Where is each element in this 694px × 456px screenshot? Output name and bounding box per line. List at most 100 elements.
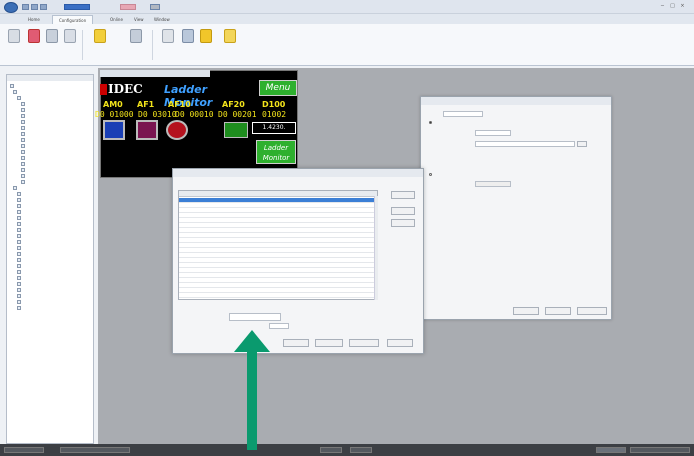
zoom-button[interactable]	[180, 28, 196, 58]
move-button[interactable]	[391, 219, 415, 227]
table-row[interactable]	[179, 268, 377, 273]
cancel-button[interactable]	[315, 339, 343, 347]
property-button[interactable]	[349, 339, 379, 347]
radio-selected[interactable]	[429, 121, 432, 124]
blue-lamp[interactable]	[103, 120, 125, 140]
folder-icon	[17, 96, 21, 100]
ribbon-separator	[152, 30, 153, 60]
file-name-field[interactable]	[475, 141, 575, 147]
table-row[interactable]	[179, 258, 377, 263]
table-row[interactable]	[179, 238, 377, 243]
table-row[interactable]	[179, 218, 377, 223]
pointer-arrow-shaft	[247, 350, 257, 450]
tab-online[interactable]: Online	[104, 15, 129, 24]
settings-button[interactable]	[198, 28, 214, 58]
purple-lamp[interactable]	[136, 120, 158, 140]
qat-new-icon[interactable]	[22, 4, 29, 10]
table-row[interactable]	[179, 288, 377, 293]
table-row[interactable]	[179, 213, 377, 218]
device-label: AM0	[103, 100, 123, 109]
file-icon	[17, 282, 21, 286]
file-icon	[17, 228, 21, 232]
transfer-button[interactable]	[128, 28, 144, 58]
pointer-arrow-head	[234, 330, 270, 352]
ribbon-separator	[82, 30, 83, 60]
table-row[interactable]	[179, 203, 377, 208]
device-select[interactable]	[443, 111, 483, 117]
project-button[interactable]	[44, 28, 60, 58]
radio-unselected[interactable]	[429, 173, 432, 176]
table-row[interactable]	[179, 253, 377, 258]
menu-button[interactable]: Menu	[259, 80, 297, 96]
apply-button[interactable]	[577, 307, 607, 315]
option-select[interactable]	[269, 323, 289, 329]
transfer-icon	[130, 29, 142, 43]
table-row[interactable]	[179, 293, 377, 298]
table-row[interactable]	[179, 233, 377, 238]
qat-dropdown-icon[interactable]	[150, 4, 160, 10]
grid-scrollbar[interactable]	[374, 196, 378, 300]
tab-home[interactable]: Home	[22, 15, 46, 24]
project-icon	[46, 29, 58, 43]
zoom-slider[interactable]	[630, 447, 690, 453]
table-row[interactable]	[179, 243, 377, 248]
object-button[interactable]	[26, 28, 42, 58]
qat-save-icon[interactable]	[40, 4, 47, 10]
qat-open-icon[interactable]	[31, 4, 38, 10]
green-lamp[interactable]	[224, 122, 248, 138]
value-input-field[interactable]	[229, 313, 281, 321]
table-row[interactable]	[179, 283, 377, 288]
maximize-icon[interactable]: □	[668, 3, 677, 10]
device-label: AF10	[168, 100, 191, 109]
file-icon	[21, 144, 25, 148]
browse-button[interactable]	[577, 141, 587, 147]
red-lamp[interactable]	[166, 120, 188, 140]
tab-configuration[interactable]: Configuration	[52, 15, 94, 24]
screen-title: Ladder Monitor	[164, 83, 213, 109]
object-icon	[28, 29, 40, 43]
tab-view[interactable]: View	[128, 15, 150, 24]
device-label: AF1	[137, 100, 155, 109]
cancel-button[interactable]	[545, 307, 571, 315]
device-value: D0 00010	[175, 110, 214, 119]
file-icon	[17, 252, 21, 256]
table-row[interactable]	[179, 278, 377, 283]
file-icon	[17, 288, 21, 292]
close-icon[interactable]: ×	[678, 3, 687, 10]
tree-node[interactable]	[21, 179, 27, 185]
ok-button[interactable]	[513, 307, 539, 315]
table-row[interactable]	[179, 208, 377, 213]
ladder-monitor-button[interactable]: Ladder Monitor	[256, 140, 296, 164]
app-menu-button[interactable]	[4, 2, 18, 13]
qat-pink-icon[interactable]	[120, 4, 136, 10]
title-bar: − □ ×	[0, 0, 694, 14]
table-row[interactable]	[179, 228, 377, 233]
table-button[interactable]	[222, 28, 238, 58]
monitor-button[interactable]	[160, 28, 176, 58]
file-icon	[17, 210, 21, 214]
folder-icon	[10, 84, 14, 88]
device-value: D0 00201	[218, 110, 257, 119]
idec-logo-mark-icon	[100, 84, 107, 95]
tab-window[interactable]: Window	[148, 15, 176, 24]
minimize-icon[interactable]: −	[658, 3, 667, 10]
help-button[interactable]	[387, 339, 413, 347]
status-segment	[4, 447, 44, 453]
folder-icon	[13, 186, 17, 190]
zoom-control[interactable]	[596, 447, 626, 453]
download-button[interactable]	[62, 28, 78, 58]
system-setup-button[interactable]	[6, 28, 22, 58]
table-row[interactable]	[179, 248, 377, 253]
screen-tab[interactable]	[100, 70, 210, 77]
tree-node[interactable]	[17, 305, 23, 311]
delete-button[interactable]	[391, 207, 415, 215]
table-row[interactable]	[179, 198, 377, 203]
ok-button[interactable]	[283, 339, 309, 347]
table-row[interactable]	[179, 273, 377, 278]
help-button[interactable]	[92, 28, 108, 58]
add-button[interactable]	[391, 191, 415, 199]
device-name-field[interactable]	[475, 130, 511, 136]
file-icon	[21, 120, 25, 124]
table-row[interactable]	[179, 223, 377, 228]
table-row[interactable]	[179, 263, 377, 268]
